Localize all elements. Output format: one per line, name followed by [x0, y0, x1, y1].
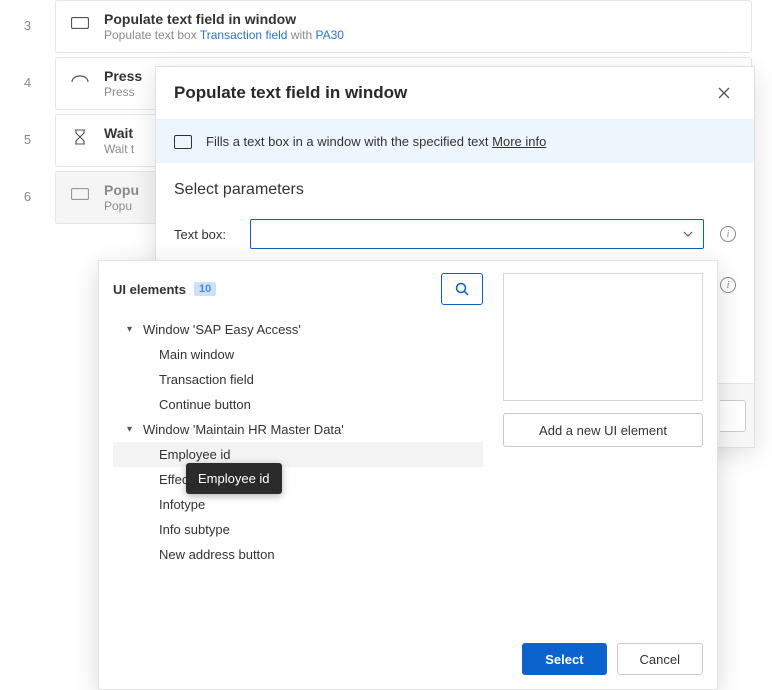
dialog-footer — [714, 383, 754, 447]
ui-elements-header: UI elements — [113, 282, 186, 297]
close-icon[interactable] — [712, 81, 736, 105]
textbox-select[interactable] — [250, 219, 704, 249]
tree-item-selected[interactable]: Employee id — [113, 442, 483, 467]
select-button[interactable]: Select — [522, 643, 606, 675]
step-number: 3 — [0, 0, 55, 33]
tree-group[interactable]: ▾ Window 'Maintain HR Master Data' — [119, 417, 483, 442]
info-banner: Fills a text box in a window with the sp… — [156, 120, 754, 163]
key-icon — [70, 70, 90, 90]
tooltip: Employee id — [186, 463, 282, 494]
textbox-icon — [70, 13, 90, 33]
ui-elements-tree: ▾ Window 'SAP Easy Access' Main window T… — [119, 317, 483, 567]
tree-item[interactable]: Infotype — [119, 492, 483, 517]
wait-icon — [70, 127, 90, 147]
search-icon — [454, 281, 470, 297]
more-info-link[interactable]: More info — [492, 134, 546, 149]
textbox-icon — [70, 184, 90, 204]
tree-item[interactable]: Transaction field — [119, 367, 483, 392]
textbox-icon — [174, 135, 192, 149]
tree-item[interactable]: Continue button — [119, 392, 483, 417]
textbox-param-label: Text box: — [174, 227, 234, 242]
ui-elements-count: 10 — [194, 282, 216, 296]
tree-item[interactable]: Effecti — [119, 467, 483, 492]
flow-subtitle: Wait t — [104, 142, 134, 156]
ui-element-preview — [503, 273, 703, 401]
flow-subtitle: Popu — [104, 199, 139, 213]
search-button[interactable] — [441, 273, 483, 305]
info-icon[interactable]: i — [720, 226, 736, 242]
tree-item[interactable]: Main window — [119, 342, 483, 367]
chevron-down-icon: ▾ — [127, 324, 137, 335]
step-number: 4 — [0, 57, 55, 90]
info-icon[interactable]: i — [720, 277, 736, 293]
dialog-button-fragment[interactable] — [720, 400, 746, 432]
step-number: 5 — [0, 114, 55, 147]
chevron-down-icon: ▾ — [127, 424, 137, 435]
tree-group[interactable]: ▾ Window 'SAP Easy Access' — [119, 317, 483, 342]
tree-group-label: Window 'SAP Easy Access' — [143, 322, 301, 337]
flow-subtitle: Press — [104, 85, 142, 99]
flow-sub-link2[interactable]: PA30 — [315, 28, 343, 42]
flow-title: Press — [104, 68, 142, 84]
tree-item[interactable]: New address button — [119, 542, 483, 567]
flow-sub-link[interactable]: Transaction field — [200, 28, 288, 42]
flow-title: Popu — [104, 182, 139, 198]
step-number: 6 — [0, 171, 55, 204]
flow-title: Wait — [104, 125, 134, 141]
params-title: Select parameters — [174, 181, 736, 199]
flow-subtitle: Populate text box Transaction field with… — [104, 28, 344, 42]
chevron-down-icon — [683, 231, 693, 237]
tree-item[interactable]: Info subtype — [119, 517, 483, 542]
banner-text: Fills a text box in a window with the sp… — [206, 134, 492, 149]
dialog-title: Populate text field in window — [174, 83, 407, 103]
tree-group-label: Window 'Maintain HR Master Data' — [143, 422, 344, 437]
flow-card[interactable]: Populate text field in window Populate t… — [55, 0, 752, 53]
flow-title: Populate text field in window — [104, 11, 344, 27]
add-ui-element-button[interactable]: Add a new UI element — [503, 413, 703, 447]
flow-step[interactable]: 3 Populate text field in window Populate… — [0, 0, 772, 53]
cancel-button[interactable]: Cancel — [617, 643, 703, 675]
